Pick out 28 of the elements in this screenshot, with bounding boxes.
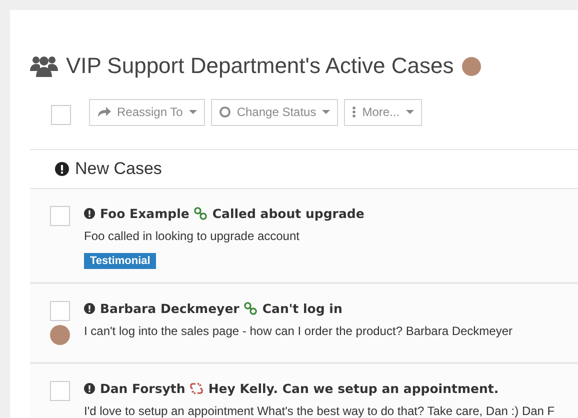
toolbar-dropdown-button[interactable]: Reassign To bbox=[89, 98, 205, 126]
vertical-dots-icon bbox=[352, 106, 356, 118]
contact-name[interactable]: Barbara Deckmeyer bbox=[100, 301, 240, 316]
alert-icon bbox=[84, 208, 95, 219]
section-title: New Cases bbox=[75, 159, 162, 179]
case-checkbox[interactable] bbox=[50, 301, 70, 321]
tag-label[interactable]: Testimonial bbox=[84, 253, 156, 269]
toolbar-dropdown-button[interactable]: Change Status bbox=[210, 98, 338, 126]
alert-icon bbox=[84, 383, 95, 394]
toolbar-dropdown-button[interactable]: More... bbox=[344, 98, 422, 126]
case-subject[interactable]: Can't log in bbox=[262, 301, 342, 316]
alert-icon bbox=[55, 162, 69, 176]
case-checkbox[interactable] bbox=[50, 206, 70, 226]
share-arrow-icon bbox=[97, 106, 111, 118]
alert-icon bbox=[84, 303, 95, 314]
case-subject[interactable]: Called about upgrade bbox=[212, 206, 364, 221]
page-title: VIP Support Department's Active Cases bbox=[66, 53, 454, 79]
case-preview: I can't log into the sales page - how can I order the product? Barbara Deckmeyer bbox=[84, 324, 513, 338]
case-subject[interactable]: Hey Kelly. Can we setup an appointment. bbox=[208, 381, 499, 396]
contact-name[interactable]: Foo Example bbox=[100, 206, 190, 221]
case-preview: Foo called in looking to upgrade account bbox=[84, 229, 300, 243]
select-all-checkbox[interactable] bbox=[51, 105, 71, 125]
group-icon bbox=[30, 55, 58, 77]
contact-name[interactable]: Dan Forsyth bbox=[100, 381, 186, 396]
case-checkbox[interactable] bbox=[50, 381, 70, 401]
case-preview: I'd love to setup an appointment What's the best way to do that? Take care, Dan :) Dan F bbox=[84, 404, 555, 418]
avatar-icon bbox=[462, 56, 481, 76]
circle-icon bbox=[218, 106, 231, 118]
